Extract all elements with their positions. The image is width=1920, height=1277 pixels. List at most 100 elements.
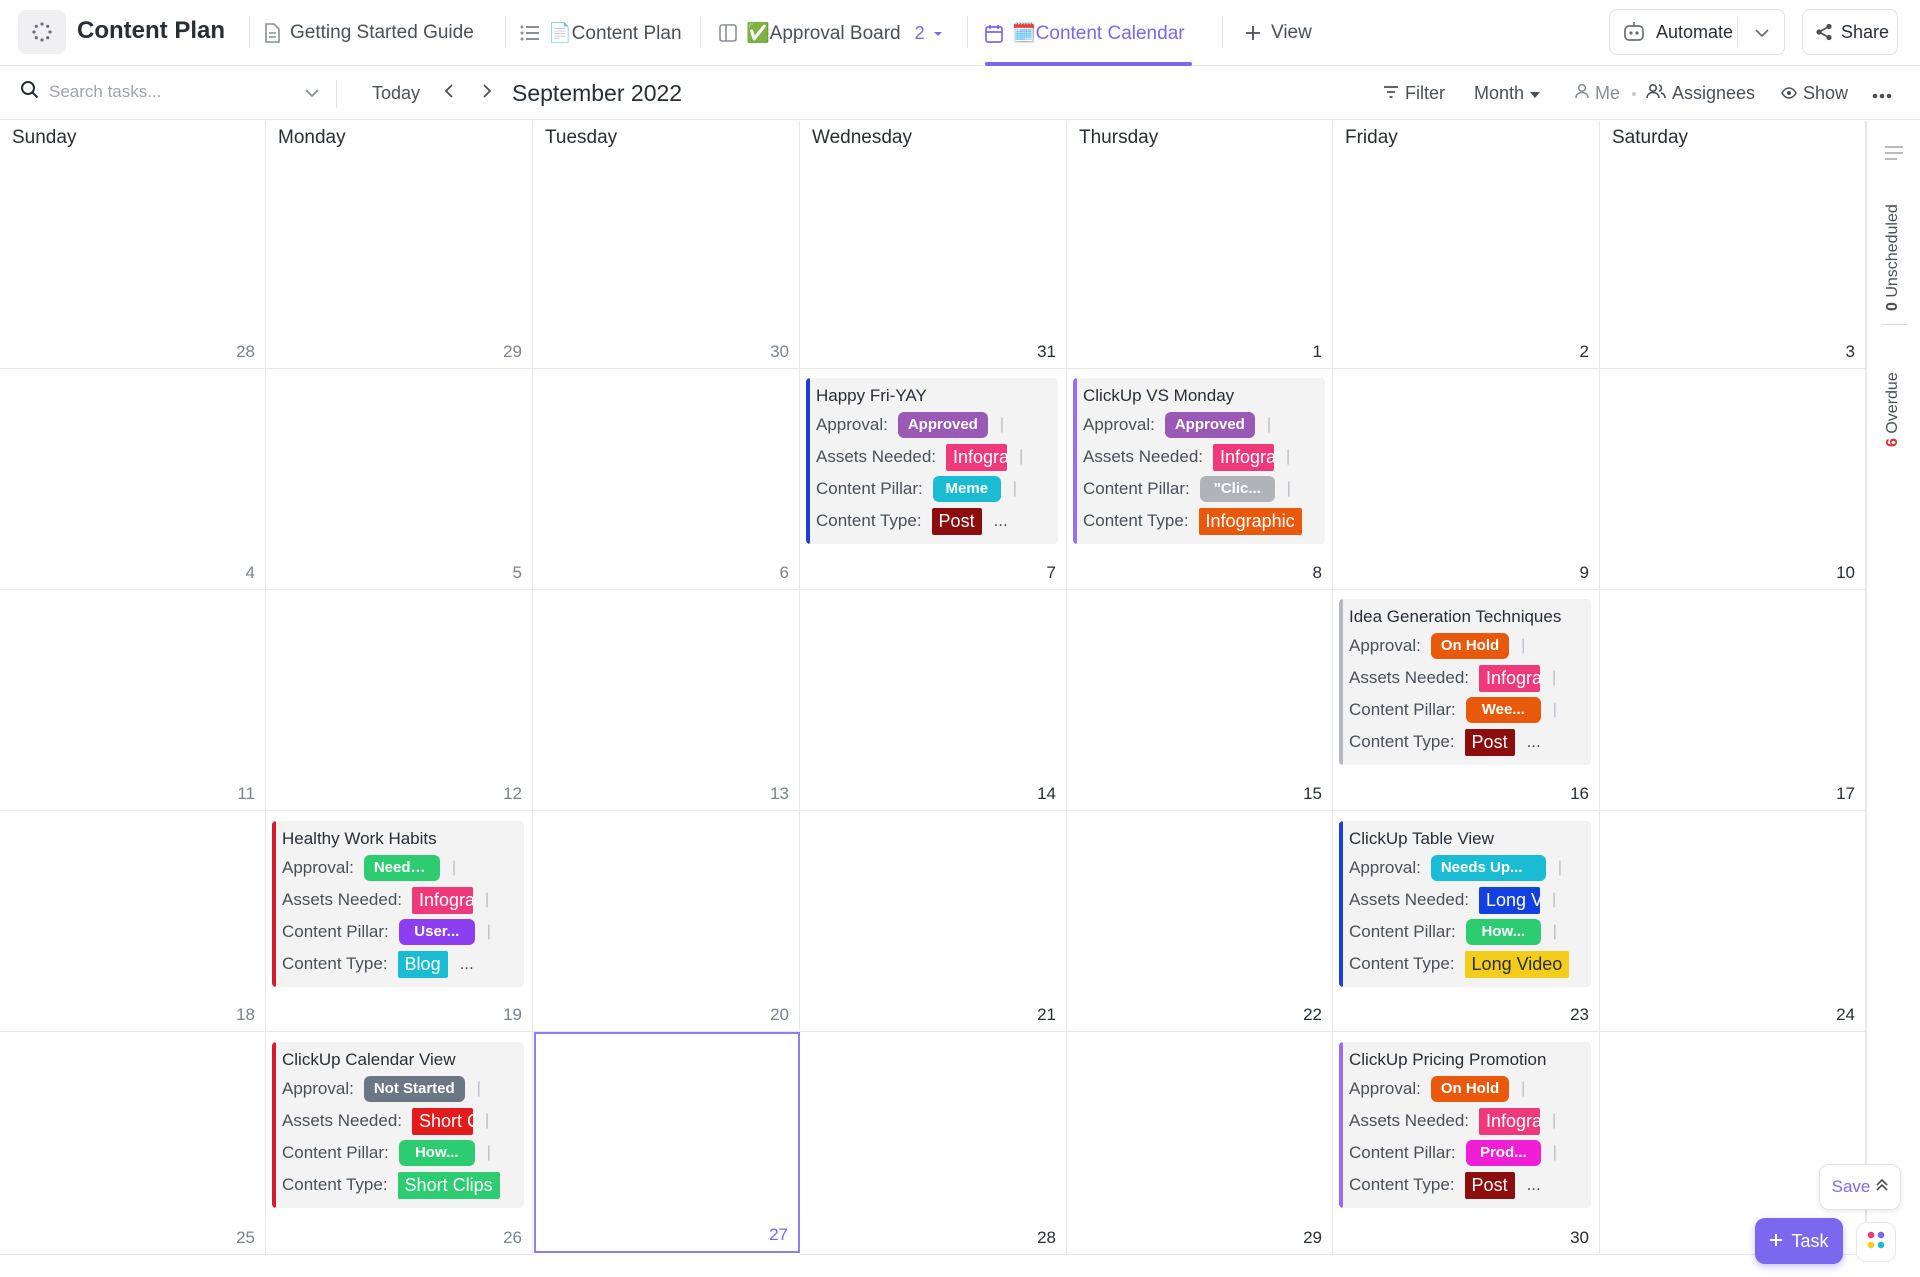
pillar-badge[interactable]: How... bbox=[1465, 919, 1541, 945]
content-type-tag[interactable]: Post bbox=[1464, 728, 1515, 756]
assets-tag[interactable]: Short Clips bbox=[412, 1107, 474, 1135]
share-button[interactable]: Share bbox=[1802, 9, 1898, 55]
approval-status-badge[interactable]: On Hold bbox=[1430, 633, 1510, 659]
calendar-day-cell[interactable]: 29 bbox=[266, 121, 533, 369]
calendar-day-cell[interactable]: 2 bbox=[1333, 121, 1600, 369]
pillar-badge[interactable]: User... bbox=[398, 919, 475, 945]
range-select[interactable]: Month bbox=[1474, 67, 1541, 120]
calendar-day-cell[interactable]: 13 bbox=[533, 590, 800, 811]
more-fields-indicator[interactable]: ... bbox=[1527, 1175, 1541, 1195]
overdue-tab[interactable]: 6 Overdue bbox=[1884, 372, 1902, 447]
content-type-tag[interactable]: Infographic bbox=[1198, 507, 1302, 535]
calendar-day-cell[interactable]: 31 bbox=[800, 121, 1067, 369]
assets-tag[interactable]: Infographic bbox=[1213, 443, 1275, 471]
calendar-day-cell[interactable]: 18 bbox=[0, 811, 266, 1032]
add-view-button[interactable]: View bbox=[1243, 0, 1312, 66]
calendar-day-cell[interactable]: 27 bbox=[534, 1032, 800, 1253]
calendar-day-cell[interactable]: 28 bbox=[800, 1032, 1067, 1255]
pillar-badge[interactable]: "Clic... bbox=[1199, 476, 1275, 502]
approval-status-badge[interactable]: Needs Re... bbox=[363, 855, 440, 881]
calendar-day-cell[interactable]: 22 bbox=[1067, 811, 1333, 1032]
more-fields-indicator[interactable]: ... bbox=[994, 511, 1008, 531]
content-type-tag[interactable]: Short Clips bbox=[397, 1171, 500, 1199]
task-title[interactable]: Idea Generation Techniques bbox=[1349, 607, 1591, 627]
calendar-day-cell[interactable]: 11 bbox=[0, 590, 266, 811]
more-options-button[interactable] bbox=[1872, 67, 1892, 120]
task-title[interactable]: ClickUp VS Monday bbox=[1083, 386, 1325, 406]
task-card[interactable]: Idea Generation Techniques Approval: On H… bbox=[1339, 599, 1591, 765]
tab-content-calendar[interactable]: 🗓️Content Calendar bbox=[984, 0, 1185, 66]
calendar-day-cell[interactable]: 17 bbox=[1600, 590, 1866, 811]
task-title[interactable]: Happy Fri-YAY bbox=[816, 386, 1058, 406]
apps-button[interactable] bbox=[1856, 1222, 1896, 1262]
task-card[interactable]: Happy Fri-YAY Approval: Approved | Assets … bbox=[806, 378, 1058, 544]
task-title[interactable]: ClickUp Pricing Promotion bbox=[1349, 1050, 1591, 1070]
space-title[interactable]: Content Plan bbox=[77, 17, 225, 45]
assets-tag[interactable]: Long Video bbox=[1479, 886, 1541, 914]
approval-status-badge[interactable]: Approved bbox=[1164, 412, 1255, 438]
save-view-button[interactable]: Save bbox=[1819, 1164, 1901, 1210]
next-month-button[interactable] bbox=[481, 67, 493, 120]
menu-lines-icon[interactable] bbox=[1884, 145, 1904, 166]
calendar-day-cell[interactable]: 25 bbox=[0, 1032, 266, 1255]
filter-button[interactable]: Filter bbox=[1383, 67, 1445, 120]
more-fields-indicator[interactable]: ... bbox=[1527, 732, 1541, 752]
calendar-day-cell[interactable]: 3 bbox=[1600, 121, 1866, 369]
automate-button[interactable]: Automate bbox=[1609, 9, 1785, 55]
assets-tag[interactable]: Infographic bbox=[412, 886, 474, 914]
content-type-tag[interactable]: Blog bbox=[397, 950, 448, 978]
tab-content-plan[interactable]: 📄Content Plan bbox=[520, 0, 682, 66]
task-card[interactable]: ClickUp VS Monday Approval: Approved | Ass… bbox=[1073, 378, 1325, 544]
content-type-tag[interactable]: Long Video bbox=[1464, 950, 1570, 978]
me-filter-button[interactable]: Me bbox=[1575, 67, 1620, 120]
calendar-day-cell[interactable]: 1 bbox=[1067, 121, 1333, 369]
task-title[interactable]: ClickUp Calendar View bbox=[282, 1050, 524, 1070]
pillar-badge[interactable]: How... bbox=[398, 1140, 475, 1166]
assignees-button[interactable]: Assignees bbox=[1646, 67, 1755, 120]
calendar-day-cell[interactable]: 15 bbox=[1067, 590, 1333, 811]
calendar-day-cell[interactable]: 6 bbox=[533, 369, 800, 590]
approval-status-badge[interactable]: Approved bbox=[897, 412, 988, 438]
assets-tag[interactable]: Infographic bbox=[1479, 1107, 1541, 1135]
calendar-day-cell[interactable]: 28 bbox=[0, 121, 266, 369]
calendar-day-cell[interactable]: 4 bbox=[0, 369, 266, 590]
approval-status-badge[interactable]: Not Started bbox=[363, 1076, 465, 1102]
calendar-day-cell[interactable]: 12 bbox=[266, 590, 533, 811]
space-icon[interactable] bbox=[18, 10, 66, 54]
search-dropdown-icon[interactable] bbox=[304, 86, 320, 104]
calendar-day-cell[interactable]: 21 bbox=[800, 811, 1067, 1032]
tab-approval-board[interactable]: ✅Approval Board 2 bbox=[718, 0, 943, 66]
chevron-down-icon[interactable] bbox=[1754, 24, 1770, 45]
pillar-badge[interactable]: Meme bbox=[932, 476, 1001, 502]
calendar-day-cell[interactable]: 24 bbox=[1600, 811, 1866, 1032]
approval-status-badge[interactable]: On Hold bbox=[1430, 1076, 1510, 1102]
tab-count-badge[interactable]: 2 bbox=[915, 23, 925, 44]
assets-tag[interactable]: Infographic bbox=[946, 443, 1008, 471]
chevron-down-icon[interactable] bbox=[933, 22, 943, 44]
more-fields-indicator[interactable]: ... bbox=[460, 954, 474, 974]
task-title[interactable]: Healthy Work Habits bbox=[282, 829, 524, 849]
pillar-badge[interactable]: Wee... bbox=[1465, 697, 1541, 723]
calendar-day-cell[interactable]: 20 bbox=[533, 811, 800, 1032]
calendar-day-cell[interactable]: 10 bbox=[1600, 369, 1866, 590]
assets-tag[interactable]: Infographic bbox=[1479, 664, 1541, 692]
pillar-badge[interactable]: Prod... bbox=[1465, 1140, 1541, 1166]
calendar-day-cell[interactable]: 29 bbox=[1067, 1032, 1333, 1255]
tab-getting-started-guide[interactable]: Getting Started Guide bbox=[262, 0, 474, 66]
content-type-tag[interactable]: Post bbox=[931, 507, 982, 535]
calendar-day-cell[interactable]: 9 bbox=[1333, 369, 1600, 590]
calendar-day-cell[interactable]: 30 bbox=[533, 121, 800, 369]
task-card[interactable]: Healthy Work Habits Approval: Needs Re...… bbox=[272, 821, 524, 987]
calendar-day-cell[interactable]: 14 bbox=[800, 590, 1067, 811]
show-button[interactable]: Show bbox=[1781, 67, 1848, 120]
today-button[interactable]: Today bbox=[372, 67, 420, 120]
approval-status-badge[interactable]: Needs Up... bbox=[1430, 855, 1546, 881]
search-input[interactable]: Search tasks... bbox=[20, 80, 161, 104]
prev-month-button[interactable] bbox=[443, 67, 455, 120]
unscheduled-tab[interactable]: 0 Unscheduled bbox=[1884, 204, 1902, 311]
content-type-tag[interactable]: Post bbox=[1464, 1171, 1515, 1199]
add-task-button[interactable]: Task bbox=[1755, 1218, 1843, 1264]
task-card[interactable]: ClickUp Pricing Promotion Approval: On Ho… bbox=[1339, 1042, 1591, 1208]
task-title[interactable]: ClickUp Table View bbox=[1349, 829, 1591, 849]
calendar-day-cell[interactable]: 5 bbox=[266, 369, 533, 590]
